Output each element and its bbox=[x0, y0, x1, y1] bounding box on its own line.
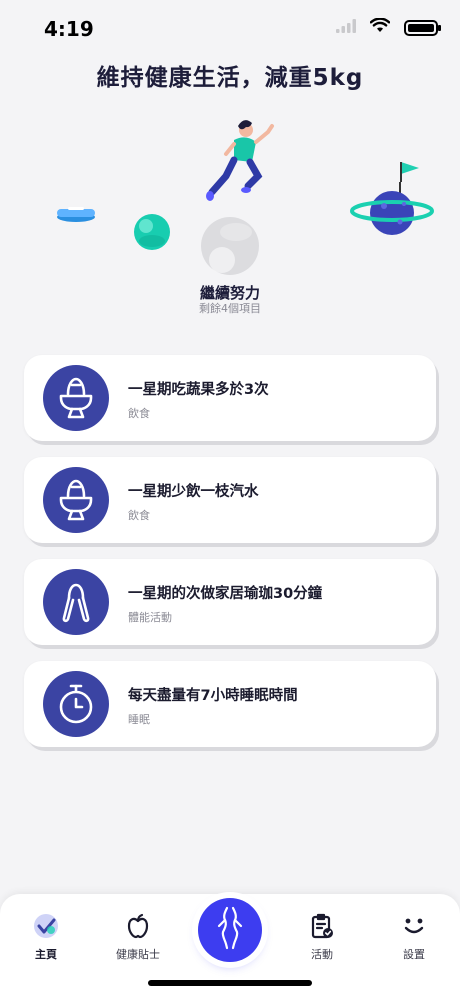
home-indicator bbox=[148, 980, 312, 986]
floating-platform-icon bbox=[57, 207, 95, 222]
status-icons bbox=[336, 17, 441, 37]
task-title: 一星期少飲一枝汽水 bbox=[128, 484, 259, 500]
tab-label: 健康貼士 bbox=[116, 948, 160, 961]
task-card[interactable]: 一星期吃蔬果多於3次 飲食 bbox=[24, 355, 436, 441]
status-bar: 4:19 bbox=[0, 0, 460, 56]
signal-icon bbox=[336, 18, 356, 37]
tab-settings[interactable]: 設置 bbox=[374, 912, 454, 962]
smiley-icon bbox=[374, 912, 454, 940]
task-title: 一星期吃蔬果多於3次 bbox=[128, 382, 269, 398]
task-card[interactable]: 一星期少飲一枝汽水 飲食 bbox=[24, 457, 436, 543]
status-time: 4:19 bbox=[44, 17, 94, 41]
task-title: 一星期的次做家居瑜珈30分鐘 bbox=[128, 586, 323, 602]
egg-cup-icon bbox=[43, 467, 109, 533]
task-list: 一星期吃蔬果多於3次 飲食 一星期少飲一枝汽水 飲食 一星期的次做家居瑜珈30分… bbox=[24, 355, 436, 763]
task-card[interactable]: 每天盡量有7小時睡眠時間 睡眠 bbox=[24, 661, 436, 747]
body-silhouette-icon bbox=[213, 906, 247, 954]
progress-ball-icon bbox=[201, 217, 259, 275]
hand-grip-icon bbox=[43, 569, 109, 635]
tab-label: 活動 bbox=[311, 948, 333, 961]
stopwatch-icon bbox=[43, 671, 109, 737]
tab-health-tips[interactable]: 健康貼士 bbox=[98, 912, 178, 962]
tab-home[interactable]: 主頁 bbox=[6, 912, 86, 962]
tab-label: 設置 bbox=[403, 948, 425, 961]
page-title: 維持健康生活，減重5kg bbox=[96, 65, 364, 91]
battery-icon bbox=[404, 19, 441, 36]
clipboard-check-icon bbox=[282, 912, 362, 940]
tab-label: 主頁 bbox=[35, 948, 57, 961]
center-action-button[interactable] bbox=[198, 898, 262, 962]
planet-flag-icon bbox=[350, 162, 434, 235]
task-title: 每天盡量有7小時睡眠時間 bbox=[128, 688, 298, 704]
task-category: 體能活動 bbox=[128, 611, 172, 624]
egg-cup-icon bbox=[43, 365, 109, 431]
home-check-icon bbox=[6, 912, 86, 940]
task-category: 睡眠 bbox=[128, 713, 150, 726]
task-category: 飲食 bbox=[128, 509, 150, 522]
progress-subtitle: 剩餘4個項目 bbox=[199, 302, 261, 315]
tab-activities[interactable]: 活動 bbox=[282, 912, 362, 962]
jumping-person-icon bbox=[206, 120, 274, 201]
task-category: 飲食 bbox=[128, 407, 150, 420]
wifi-icon bbox=[369, 17, 391, 37]
apple-icon bbox=[98, 912, 178, 940]
teal-ball-icon bbox=[134, 214, 170, 250]
task-card[interactable]: 一星期的次做家居瑜珈30分鐘 體能活動 bbox=[24, 559, 436, 645]
